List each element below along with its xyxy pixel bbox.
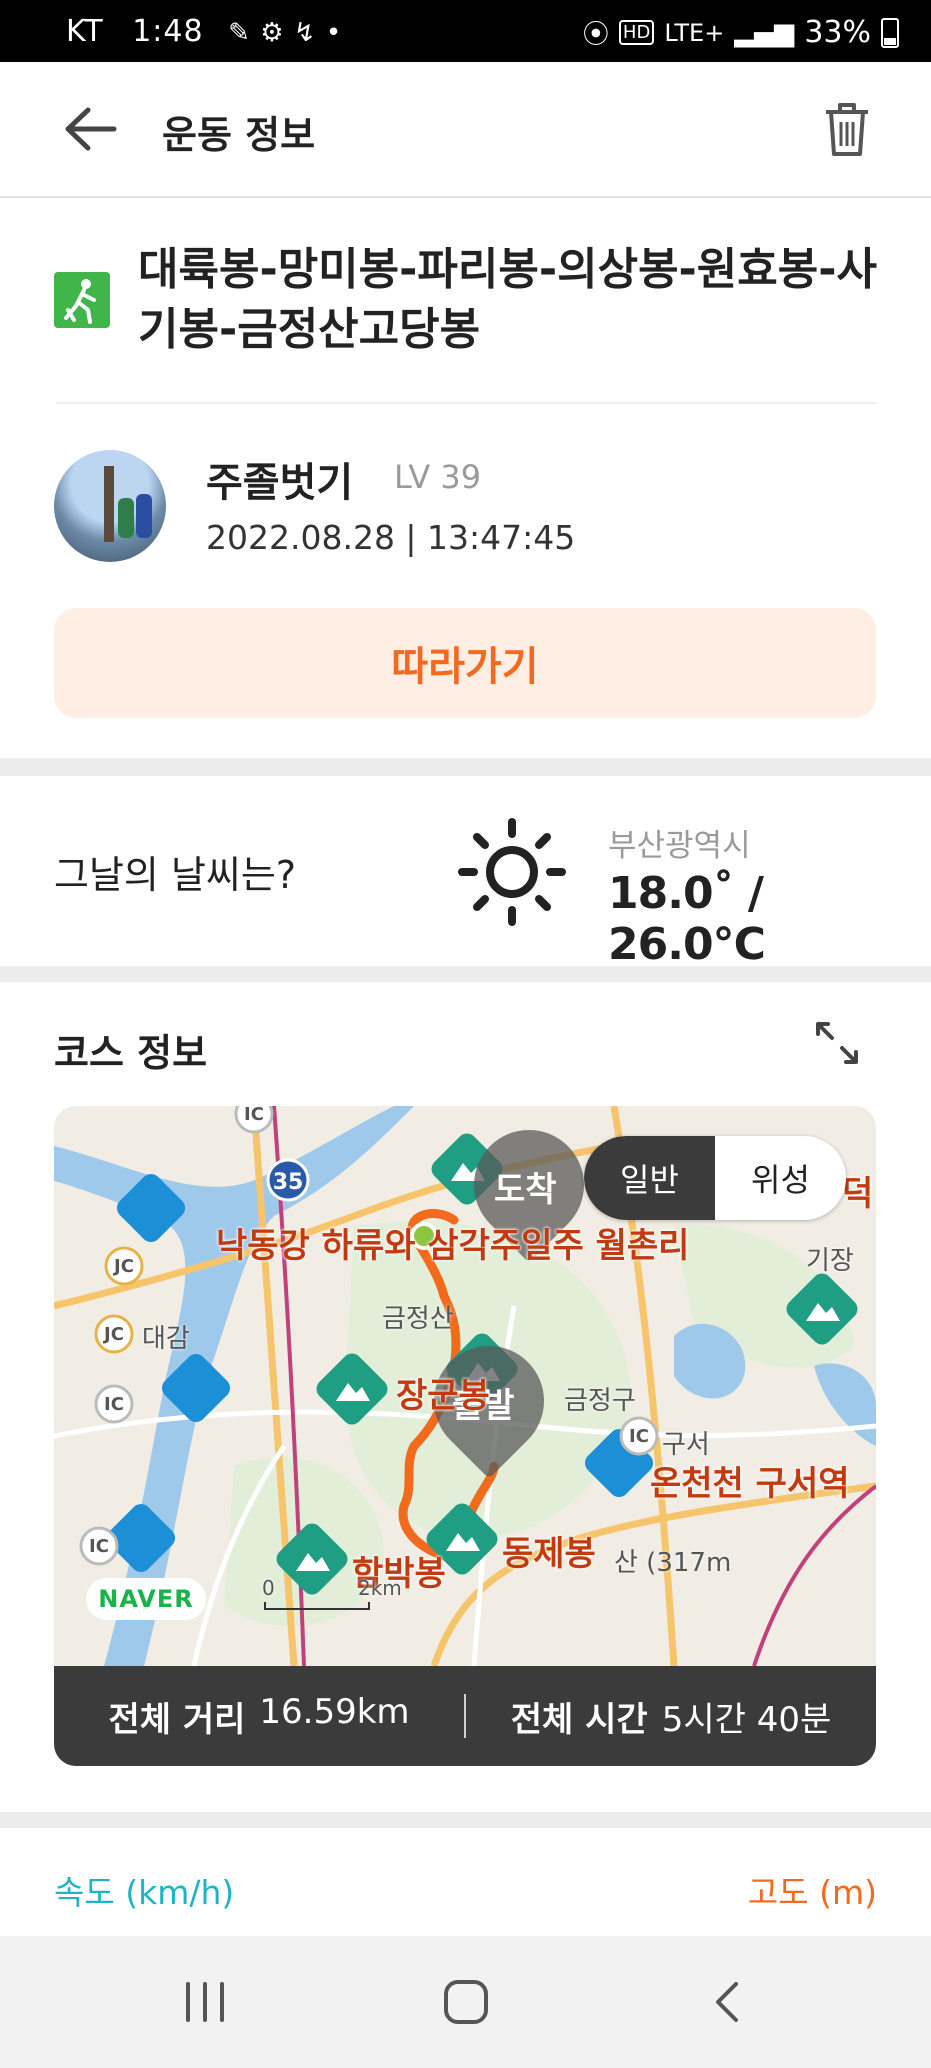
battery-icon: [881, 17, 899, 48]
activity-card: 대륙봉-망미봉-파리봉-의상봉-원효봉-사기봉-금정산고당봉 주졸벗기 LV 3…: [0, 198, 931, 758]
username[interactable]: 주졸벗기: [206, 450, 353, 508]
course-title: 코스 정보: [54, 1031, 208, 1075]
map-label-jang: 장군봉: [396, 1376, 490, 1416]
course-map[interactable]: 35 JC JC IC IC IC IC 도착 출발 낙동강 하류와 삼각주일주…: [54, 1106, 876, 1666]
altitude-legend: 고도 (m): [747, 1873, 877, 1912]
map-label-geumjeong-gu: 금정구: [564, 1386, 636, 1416]
map-label-geumjeongsan: 금정산: [382, 1304, 454, 1334]
map-label-daegam: 대감: [142, 1324, 190, 1354]
activity-datetime: 2022.08.28 | 13:47:45: [206, 518, 576, 557]
map-scale-bar: [264, 1602, 370, 1610]
map-type-normal[interactable]: 일반: [584, 1136, 715, 1220]
map-scale-zero: 0: [262, 1576, 275, 1600]
signal-icon: ▂▄▆: [734, 17, 795, 48]
battery-text: 33%: [804, 15, 871, 50]
app-header: 운동 정보: [0, 62, 931, 198]
carrier-text: KT: [66, 14, 104, 49]
svg-text:IC: IC: [629, 1426, 649, 1447]
status-bar: KT 1:48 ✎ ⚙ ↯ • ⦿ HD LTE+ ▂▄▆ 33%: [0, 0, 931, 62]
naver-badge: NAVER: [86, 1578, 206, 1620]
expand-icon[interactable]: [812, 1018, 862, 1068]
map-type-satellite[interactable]: 위성: [715, 1136, 846, 1220]
arrival-pin-label: 도착: [494, 1170, 557, 1210]
map-label-dongje: 동제봉: [502, 1534, 596, 1574]
status-left: KT 1:48 ✎ ⚙ ↯ •: [66, 14, 342, 49]
total-distance-value: 16.59km: [259, 1691, 410, 1732]
avatar[interactable]: [54, 450, 166, 562]
follow-button[interactable]: 따라가기: [54, 608, 876, 718]
weather-city: 부산광역시: [608, 828, 751, 864]
total-time-label: 전체 시간: [510, 1699, 648, 1740]
page-title: 운동 정보: [162, 113, 316, 157]
weather-question: 그날의 날씨는?: [54, 853, 297, 897]
map-label-gijang: 기장: [806, 1246, 854, 1276]
map-type-toggle[interactable]: 일반 위성: [584, 1136, 846, 1220]
recent-apps-icon[interactable]: [182, 1978, 228, 2026]
total-time: 전체 시간 5시간 40분: [466, 1692, 876, 1741]
svg-text:IC: IC: [104, 1394, 124, 1415]
status-right: ⦿ HD LTE+ ▂▄▆ 33%: [583, 14, 899, 51]
notification-icons: ✎ ⚙ ↯ •: [228, 18, 343, 48]
map-scale: 2km: [358, 1576, 402, 1600]
total-time-value: 5시간 40분: [661, 1699, 832, 1740]
total-distance-label: 전체 거리: [108, 1699, 246, 1740]
hiking-icon: [54, 272, 110, 328]
divider: [56, 402, 876, 404]
map-label-deok: 덕: [842, 1174, 874, 1214]
map-label-oncheon: 온천천 구서역: [650, 1464, 850, 1504]
network-text: LTE+: [664, 18, 725, 47]
route-title: 대륙봉-망미봉-파리봉-의상봉-원효봉-사기봉-금정산고당봉: [138, 244, 877, 355]
svg-text:IC: IC: [89, 1536, 109, 1557]
clock-text: 1:48: [132, 14, 204, 49]
home-icon[interactable]: [442, 1978, 490, 2026]
total-distance: 전체 거리 16.59km: [54, 1692, 464, 1741]
back-arrow-icon[interactable]: [62, 104, 118, 154]
location-icon: ⦿: [582, 20, 609, 50]
map-label-river-park: 낙동강 하류와 삼각주일주 월촌리: [216, 1226, 690, 1266]
course-stats-bar: 전체 거리 16.59km 전체 시간 5시간 40분: [54, 1666, 876, 1766]
trash-icon[interactable]: [822, 100, 872, 158]
system-nav-bar: [0, 1936, 931, 2068]
course-card: 코스 정보 35 JC JC IC IC IC IC 도착 출발 낙동강 하류와…: [0, 982, 931, 1812]
user-level: LV 39: [394, 458, 482, 496]
map-label-gooseo: 구서: [662, 1430, 710, 1460]
highway-35: 35: [273, 1170, 304, 1195]
svg-text:JC: JC: [102, 1324, 124, 1345]
speed-legend: 속도 (km/h): [54, 1873, 235, 1912]
weather-temperature: 18.0˚ / 26.0℃: [608, 868, 766, 970]
svg-text:IC: IC: [244, 1106, 264, 1125]
hd-icon: HD: [618, 20, 655, 45]
weather-card: 그날의 날씨는? 부산광역시 18.0˚ / 26.0℃: [0, 776, 931, 970]
back-nav-icon[interactable]: [708, 1978, 748, 2026]
map-label-san317: 산 (317m: [614, 1548, 732, 1578]
svg-text:JC: JC: [112, 1256, 134, 1277]
sun-icon: [458, 818, 566, 926]
